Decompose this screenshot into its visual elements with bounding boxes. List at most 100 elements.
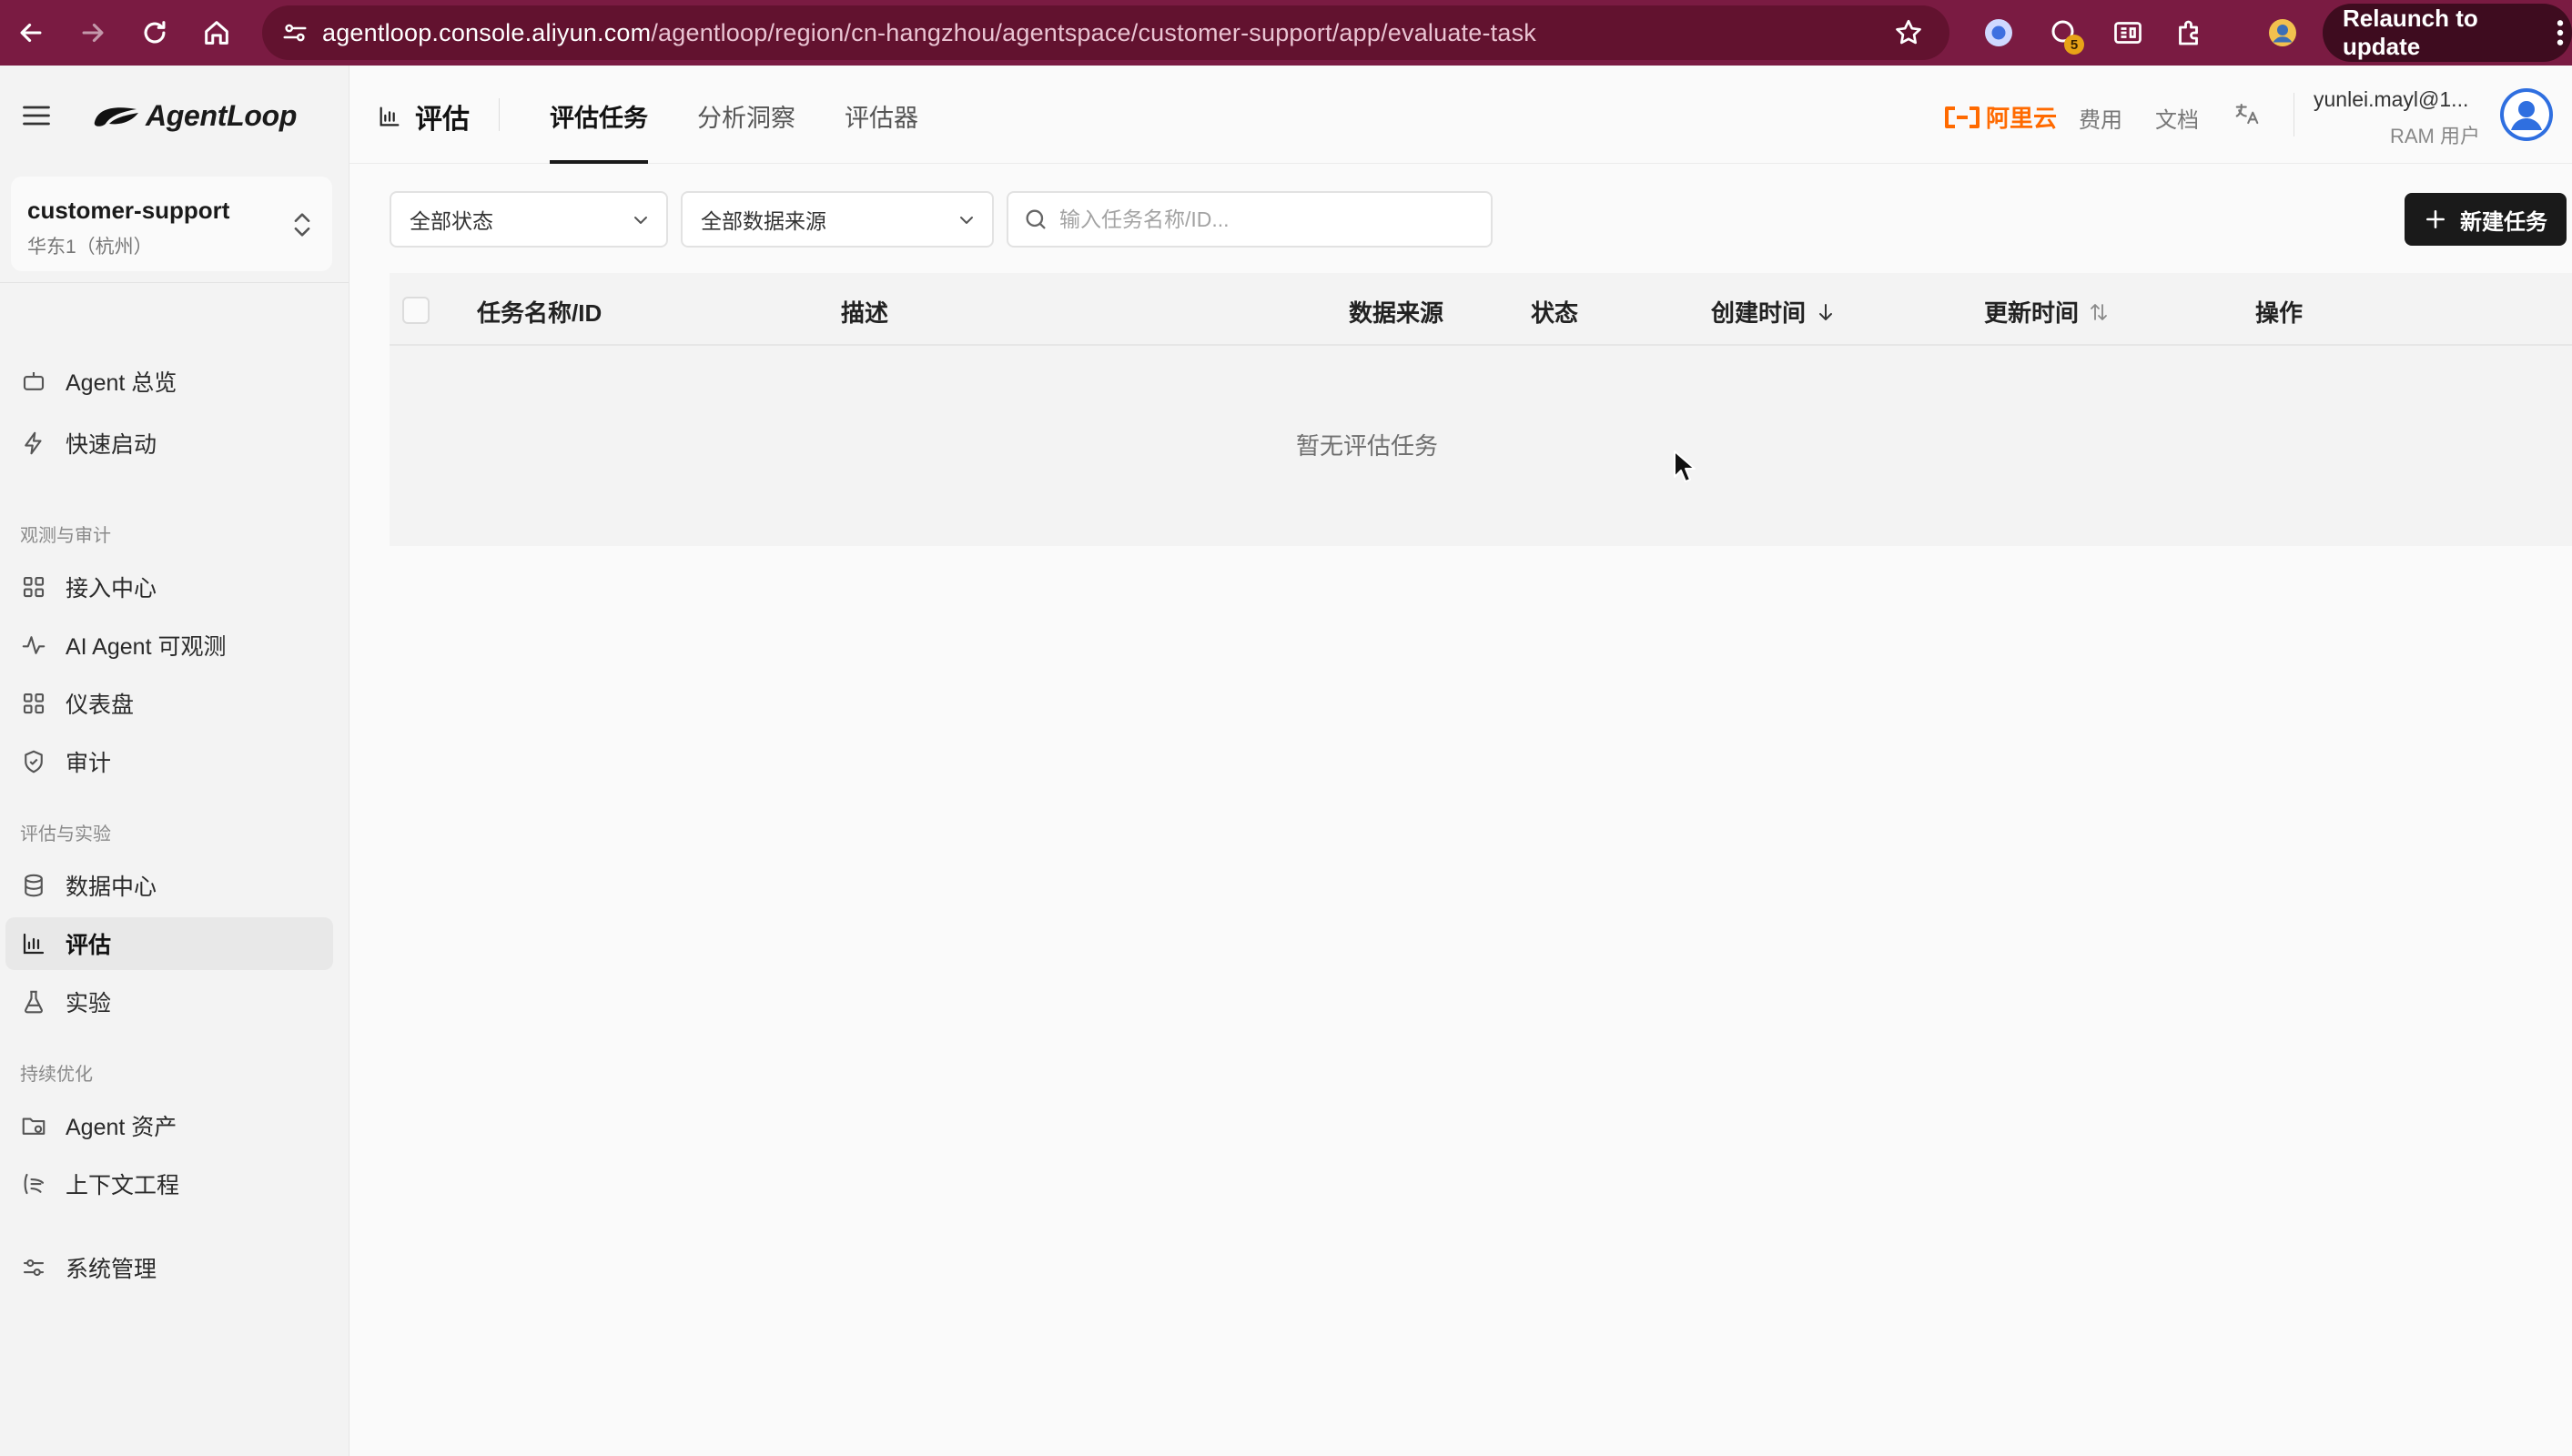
url-path: /agentloop/region/cn-hangzhou/agentspace… <box>651 18 1536 46</box>
sliders-icon <box>23 1259 45 1277</box>
reader-icon[interactable] <box>2104 9 2152 56</box>
tab-evaluators[interactable]: 评估器 <box>845 98 918 164</box>
agentloop-logo[interactable]: AgentLoop <box>89 99 297 133</box>
user-name[interactable]: yunlei.mayl@1... <box>2314 87 2468 112</box>
tab-label: 分析洞察 <box>697 105 795 132</box>
grid-icon <box>23 693 45 714</box>
sort-both-icon[interactable] <box>2088 301 2110 323</box>
tab-analysis-insights[interactable]: 分析洞察 <box>697 98 795 164</box>
tab-label: 评估器 <box>845 105 918 132</box>
data-source-filter-select[interactable]: 全部数据来源 <box>681 191 994 248</box>
header-divider <box>499 98 500 131</box>
project-region: 华东1（杭州） <box>27 237 153 258</box>
tab-evaluate-tasks[interactable]: 评估任务 <box>550 98 648 164</box>
column-header-data-source: 数据来源 <box>1349 299 1444 327</box>
profile-avatar-icon[interactable] <box>2259 9 2306 56</box>
column-header-task-name: 任务名称/ID <box>477 299 602 327</box>
home-icon[interactable] <box>186 0 248 66</box>
column-header-created-time[interactable]: 创建时间 <box>1711 295 1837 329</box>
sort-desc-icon[interactable] <box>1815 301 1837 323</box>
billing-link[interactable]: 费用 <box>2079 102 2122 134</box>
sidebar-item-evaluate[interactable]: 评估 <box>5 917 333 970</box>
sidebar: AgentLoop customer-support 华东1（杭州） Agent… <box>0 66 349 1456</box>
extension-badge: 5 <box>2064 35 2084 55</box>
data-source-filter-value: 全部数据来源 <box>701 209 826 233</box>
tab-label: 评估任务 <box>550 105 648 132</box>
sidebar-item-label: 接入中心 <box>66 576 157 602</box>
column-header-status: 状态 <box>1531 299 1579 327</box>
chevron-up-down-icon <box>294 213 310 237</box>
hamburger-menu-icon[interactable] <box>20 99 53 132</box>
user-avatar-icon[interactable] <box>2499 87 2554 142</box>
sidebar-item-data-center[interactable]: 数据中心 <box>5 859 333 912</box>
sidebar-item-label: 上下文工程 <box>66 1173 180 1198</box>
aliyun-logo[interactable]: 阿里云 <box>1942 100 2057 134</box>
search-input[interactable] <box>1059 207 1478 232</box>
reload-icon[interactable] <box>124 0 186 66</box>
page-title-text: 评估 <box>415 105 470 135</box>
docs-link[interactable]: 文档 <box>2155 102 2199 134</box>
sidebar-item-label: 数据中心 <box>66 875 157 900</box>
sidebar-item-label: 评估 <box>66 933 112 958</box>
back-icon[interactable] <box>0 0 62 66</box>
logo-text: AgentLoop <box>146 98 298 132</box>
sidebar-item-label: 审计 <box>66 751 112 776</box>
sidebar-item-experiment[interactable]: 实验 <box>5 976 333 1028</box>
sidebar-item-agent-overview[interactable]: Agent 总览 <box>5 355 333 408</box>
bot-icon <box>23 372 45 390</box>
extension-icon[interactable]: 5 <box>2040 9 2088 56</box>
site-settings-icon[interactable] <box>268 5 322 60</box>
chevron-down-icon <box>634 217 647 224</box>
search-icon <box>1026 209 1046 229</box>
bar-chart-icon <box>380 106 400 126</box>
project-switcher[interactable]: customer-support 华东1（杭州） <box>11 177 332 271</box>
select-all-checkbox[interactable] <box>402 297 430 324</box>
bar-chart-icon <box>23 933 45 955</box>
column-header-description: 描述 <box>841 299 889 327</box>
sidebar-item-label: Agent 资产 <box>66 1115 177 1140</box>
empty-state-text: 暂无评估任务 <box>1295 432 1438 460</box>
translate-icon[interactable] <box>2233 100 2261 127</box>
sidebar-item-access-center[interactable]: 接入中心 <box>5 561 333 613</box>
address-bar[interactable]: agentloop.console.aliyun.com/agentloop/r… <box>262 5 1949 60</box>
task-search-box[interactable] <box>1007 191 1493 248</box>
status-filter-value: 全部状态 <box>410 209 493 233</box>
table-header: 任务名称/ID 描述 数据来源 状态 创建时间 更新时间 操作 <box>390 273 2572 346</box>
new-task-button[interactable]: 新建任务 <box>2405 193 2567 246</box>
url-text: agentloop.console.aliyun.com/agentloop/r… <box>322 19 1536 47</box>
browser-toolbar: agentloop.console.aliyun.com/agentloop/r… <box>0 0 2572 66</box>
sidebar-item-quick-start[interactable]: 快速启动 <box>5 417 333 470</box>
bookmark-star-icon[interactable] <box>1893 17 1924 48</box>
status-filter-select[interactable]: 全部状态 <box>390 191 668 248</box>
relaunch-button[interactable]: Relaunch to update <box>2323 4 2572 62</box>
active-tab-indicator <box>550 160 648 164</box>
column-header-updated-time[interactable]: 更新时间 <box>1984 295 2110 329</box>
sidebar-item-audit[interactable]: 审计 <box>5 735 333 788</box>
column-header-actions: 操作 <box>2255 299 2304 327</box>
folder-icon <box>22 1117 46 1135</box>
forward-icon[interactable] <box>62 0 124 66</box>
context-icon <box>24 1173 45 1195</box>
aliyun-logo-icon <box>1945 106 1980 128</box>
nav-section-observe-audit: 观测与审计 <box>20 526 111 546</box>
sidebar-item-system-management[interactable]: 系统管理 <box>5 1241 333 1294</box>
new-task-label: 新建任务 <box>2460 209 2547 235</box>
grid-icon <box>23 576 45 598</box>
sidebar-divider <box>0 282 349 283</box>
chevron-down-icon <box>960 217 973 224</box>
bolt-icon <box>25 431 42 455</box>
sidebar-item-dashboard[interactable]: 仪表盘 <box>5 677 333 730</box>
page-header: 评估 评估任务 分析洞察 评估器 阿里云 费用 文档 yunlei.mayl@1… <box>349 66 2572 164</box>
nav-section-continuous-optimization: 持续优化 <box>20 1065 93 1085</box>
tasks-table: 任务名称/ID 描述 数据来源 状态 创建时间 更新时间 操作 暂无评估任务 <box>390 273 2572 546</box>
more-menu-icon[interactable] <box>2556 18 2565 47</box>
page-title: 评估 <box>377 96 470 136</box>
empty-state: 暂无评估任务 <box>390 428 2572 461</box>
sidebar-item-label: Agent 总览 <box>66 370 177 396</box>
extension-icon[interactable] <box>1975 9 2022 56</box>
sidebar-item-agent-assets[interactable]: Agent 资产 <box>5 1099 333 1152</box>
sidebar-item-ai-agent-observability[interactable]: AI Agent 可观测 <box>5 619 333 672</box>
sidebar-item-context-engineering[interactable]: 上下文工程 <box>5 1158 333 1210</box>
sidebar-header: AgentLoop <box>0 66 349 166</box>
extensions-puzzle-icon[interactable] <box>2166 9 2213 56</box>
